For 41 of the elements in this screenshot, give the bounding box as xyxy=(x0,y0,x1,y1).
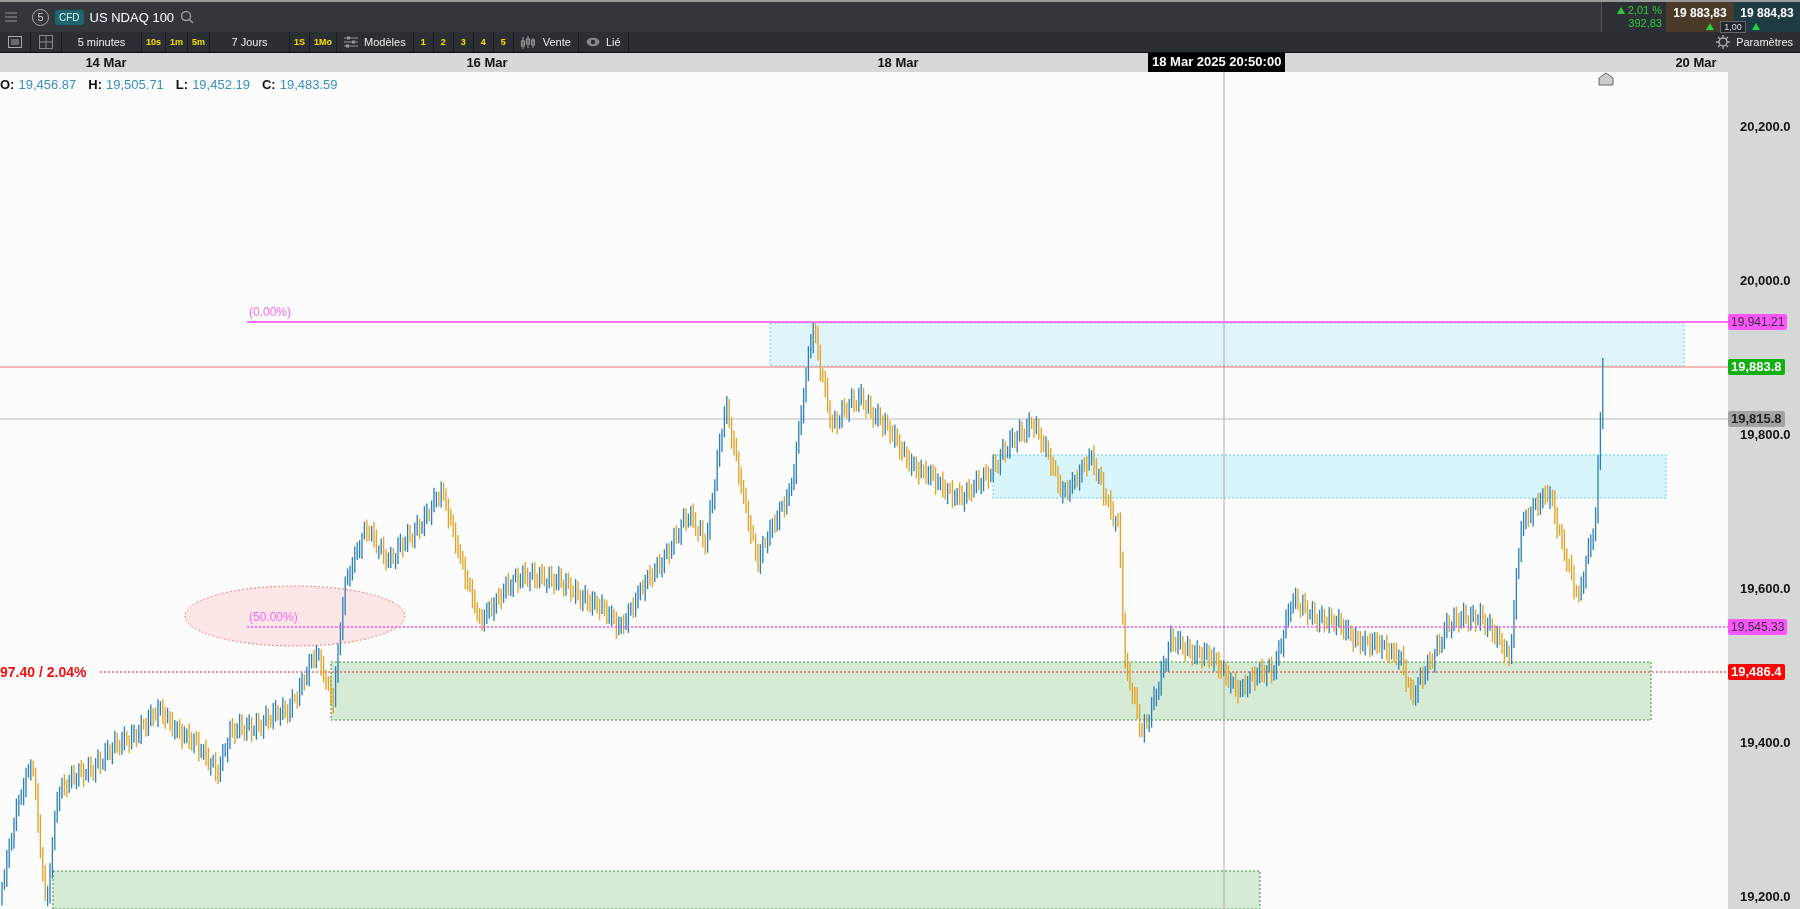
ohlc-value: 19,483.59 xyxy=(279,77,338,92)
price-marker-label: 19,883.8 xyxy=(1728,359,1785,375)
price-axis-label: 19,800.0 xyxy=(1740,427,1791,442)
date-axis-label: 18 Mar xyxy=(876,55,920,70)
ohlc-label: L: xyxy=(175,77,189,92)
price-axis-label: 19,200.0 xyxy=(1740,889,1791,904)
date-axis-label: 16 Mar xyxy=(465,55,509,70)
price-axis-label: 20,200.0 xyxy=(1740,119,1791,134)
crosshair-time-label: 18 Mar 2025 20:50:00 xyxy=(1148,53,1286,72)
candlestick-icon xyxy=(520,35,537,49)
date-axis-label: 20 Mar xyxy=(1674,55,1718,70)
settings-icon xyxy=(1716,35,1731,49)
search-icon[interactable] xyxy=(180,10,195,24)
ohlc-value: 19,452.19 xyxy=(192,77,250,92)
alert-label: 97.40 / 2.04% xyxy=(0,664,87,680)
date-axis-label: 14 Mar xyxy=(84,55,128,70)
eye-icon xyxy=(585,37,600,47)
price-axis-label: 19,600.0 xyxy=(1740,581,1791,596)
price-marker-label: 19,941.21 xyxy=(1728,314,1788,330)
up-triangle-icon xyxy=(1706,23,1715,30)
price-marker-label: 19,815.8 xyxy=(1728,411,1785,427)
change-percent: 2,01 % xyxy=(1627,4,1662,17)
fib-level-label: (50.00%) xyxy=(249,610,298,624)
ohlc-label: H: xyxy=(88,77,102,92)
price-axis-label: 19,400.0 xyxy=(1740,735,1791,750)
price-axis-label: 20,000.0 xyxy=(1740,273,1791,288)
up-triangle-icon xyxy=(1616,7,1625,14)
fib-level-label: (0.00%) xyxy=(249,305,292,319)
instrument-name[interactable]: US NDAQ 100 xyxy=(89,9,175,25)
price-marker-label: 19,545.33 xyxy=(1728,619,1788,635)
buy-price-button[interactable]: 19 884,83 xyxy=(1734,2,1800,21)
sell-price-button[interactable]: 19 883,83 xyxy=(1666,2,1734,21)
change-points: 392,83 xyxy=(1628,17,1662,30)
ohlc-label: C: xyxy=(262,77,276,92)
instrument-type-badge: CFD xyxy=(55,9,84,25)
price-marker-label: 19,486.4 xyxy=(1728,664,1785,680)
ohlc-value: 19,505.71 xyxy=(106,77,164,92)
ohlc-value: 19,456.87 xyxy=(18,77,77,92)
ohlc-label: O: xyxy=(0,77,15,92)
sliders-icon xyxy=(344,36,359,48)
up-triangle-icon xyxy=(1751,23,1760,30)
